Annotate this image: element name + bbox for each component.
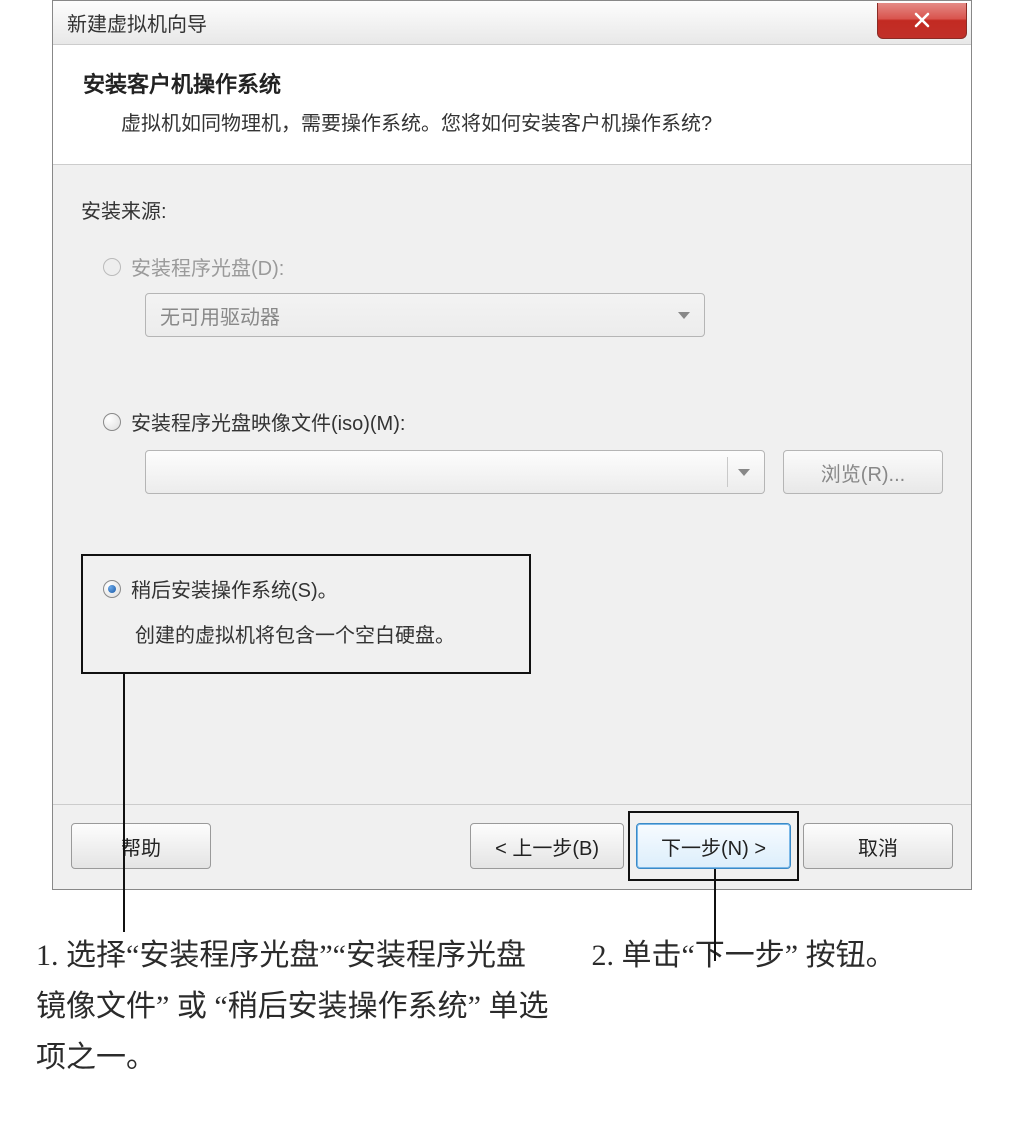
option-iso-file-label: 安装程序光盘映像文件(iso)(M): bbox=[131, 407, 405, 436]
disc-drive-dropdown[interactable]: 无可用驱动器 bbox=[145, 293, 705, 337]
close-button[interactable] bbox=[877, 3, 967, 39]
help-button[interactable]: 帮助 bbox=[71, 823, 211, 869]
option-installer-disc-label: 安装程序光盘(D): bbox=[131, 252, 284, 281]
titlebar: 新建虚拟机向导 bbox=[53, 1, 971, 45]
disc-drive-value: 无可用驱动器 bbox=[160, 301, 280, 330]
radio-icon bbox=[103, 413, 121, 431]
window-title: 新建虚拟机向导 bbox=[67, 8, 207, 37]
annotation-note-2: 2. 单击“下一步” 按钮。 bbox=[591, 930, 988, 1083]
wizard-window: 新建虚拟机向导 安装客户机操作系统 虚拟机如同物理机，需要操作系统。您将如何安装… bbox=[52, 0, 972, 890]
annotation-notes: 1. 选择“安装程序光盘”“安装程序光盘镜像文件” 或 “稍后安装操作系统” 单… bbox=[36, 930, 988, 1083]
install-source-label: 安装来源: bbox=[81, 195, 943, 224]
option-install-later-desc: 创建的虚拟机将包含一个空白硬盘。 bbox=[103, 619, 509, 648]
browse-button[interactable]: 浏览(R)... bbox=[783, 450, 943, 494]
back-button[interactable]: < 上一步(B) bbox=[470, 823, 624, 869]
option-install-later-label: 稍后安装操作系统(S)。 bbox=[131, 574, 338, 603]
iso-path-dropdown[interactable] bbox=[145, 450, 765, 494]
annotation-note-1: 1. 选择“安装程序光盘”“安装程序光盘镜像文件” 或 “稍后安装操作系统” 单… bbox=[36, 930, 551, 1083]
annotation-leader-line bbox=[123, 672, 125, 932]
page-title: 安装客户机操作系统 bbox=[83, 67, 941, 99]
content-area: 安装来源: 安装程序光盘(D): 无可用驱动器 安装程序光盘映像文件(iso)(… bbox=[53, 165, 971, 804]
option-install-later[interactable]: 稍后安装操作系统(S)。 bbox=[103, 574, 509, 603]
iso-path-row: 浏览(R)... bbox=[145, 450, 943, 494]
option-install-later-callout: 稍后安装操作系统(S)。 创建的虚拟机将包含一个空白硬盘。 bbox=[81, 554, 531, 674]
option-installer-disc[interactable]: 安装程序光盘(D): bbox=[81, 252, 943, 281]
cancel-button[interactable]: 取消 bbox=[803, 823, 953, 869]
next-button-wrap: 下一步(N) > bbox=[636, 823, 791, 869]
chevron-down-icon bbox=[678, 312, 690, 319]
close-icon bbox=[912, 10, 932, 30]
chevron-down-icon bbox=[738, 469, 750, 476]
page-subtitle: 虚拟机如同物理机，需要操作系统。您将如何安装客户机操作系统? bbox=[83, 107, 941, 136]
footer-buttons: 帮助 < 上一步(B) 下一步(N) > 取消 bbox=[53, 804, 971, 889]
radio-icon bbox=[103, 580, 121, 598]
header-section: 安装客户机操作系统 虚拟机如同物理机，需要操作系统。您将如何安装客户机操作系统? bbox=[53, 45, 971, 165]
option-iso-file[interactable]: 安装程序光盘映像文件(iso)(M): bbox=[81, 407, 943, 436]
annotation-leader-line bbox=[714, 869, 716, 961]
radio-icon bbox=[103, 258, 121, 276]
